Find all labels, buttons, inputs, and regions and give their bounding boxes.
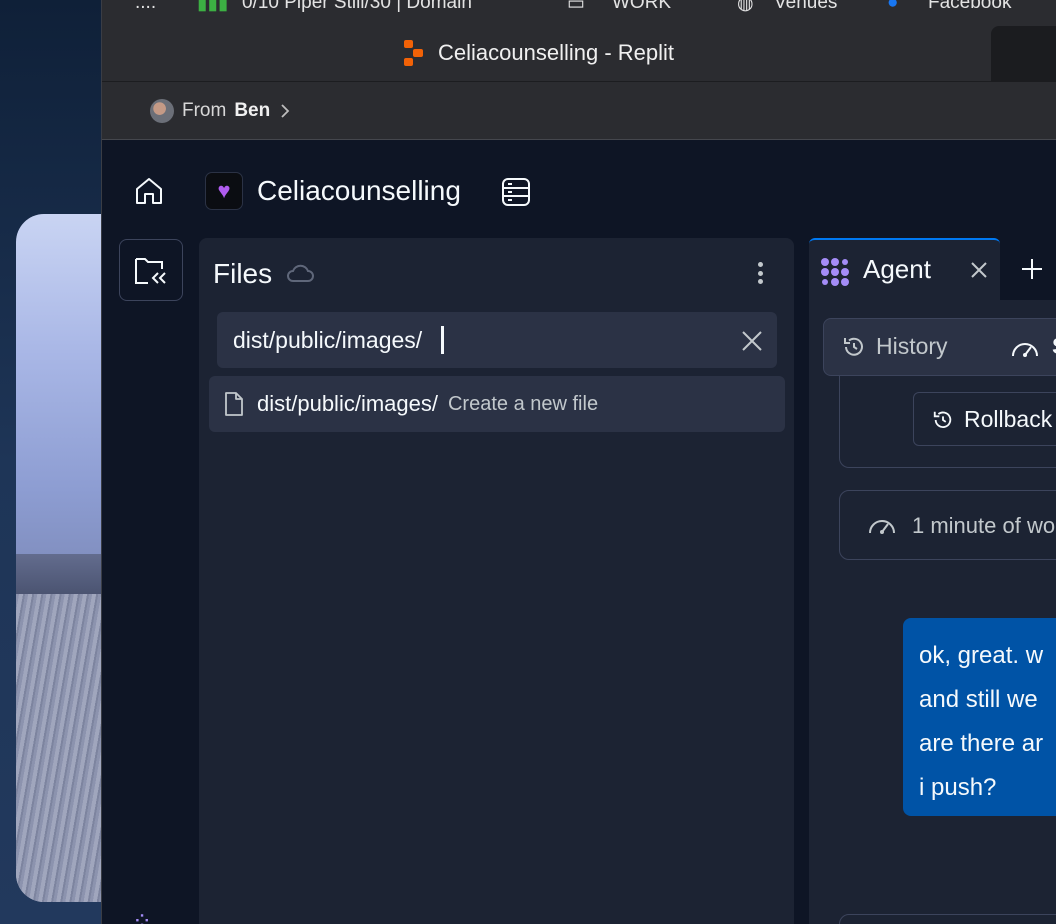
text-caret: [441, 326, 444, 354]
agent-logo-icon: [821, 258, 849, 286]
message-line: ok, great. w: [919, 642, 1044, 669]
folder-icon: ▭: [567, 0, 585, 14]
adjacent-tab[interactable]: [991, 26, 1056, 82]
settings-button-label[interactable]: S: [1052, 333, 1056, 360]
rollback-button[interactable]: Rollback: [913, 392, 1056, 446]
suggestion-hint: Create a new file: [447, 392, 599, 415]
from-label: From: [182, 100, 227, 121]
workspace-header: ♥ Celiacounselling: [102, 142, 1056, 238]
clear-search-icon[interactable]: [739, 328, 765, 354]
chat-input-card[interactable]: [839, 914, 1056, 924]
gauge-icon: [869, 520, 895, 534]
message-line: i push?: [919, 774, 997, 801]
suggestion-path: dist/public/images/: [257, 391, 438, 416]
shared-from-chip[interactable]: From Ben: [150, 99, 292, 123]
files-panel: Files dist/public/images/ Create a new f…: [199, 238, 794, 924]
history-icon: [844, 337, 863, 356]
close-icon[interactable]: [969, 260, 989, 280]
more-options-icon[interactable]: [750, 258, 770, 288]
replit-workspace: ♥ Celiacounselling ⁘ Files dist/public/i…: [102, 142, 1056, 924]
tab-agent[interactable]: Agent: [809, 238, 1000, 300]
create-file-suggestion[interactable]: dist/public/images/ Create a new file: [209, 376, 785, 432]
cloud-icon: [287, 264, 314, 282]
user-message-bubble: ok, great. w and still we are there ar i…: [903, 618, 1056, 816]
address-bar: From Ben: [102, 82, 1056, 140]
bookmark-item[interactable]: ....: [135, 0, 156, 14]
collapse-files-button[interactable]: [119, 239, 183, 301]
message-line: and still we: [919, 686, 1038, 713]
rollback-label: Rollback: [964, 406, 1053, 432]
repl-avatar-heart-icon[interactable]: ♥: [205, 172, 243, 210]
agent-toolbar: History S: [823, 318, 1056, 376]
bookmark-item[interactable]: Facebook: [928, 0, 1011, 14]
work-duration-label: 1 minute of work: [912, 513, 1056, 538]
file-search-box: [217, 312, 777, 368]
browser-window: .... ▮▮▮ 0/10 Piper Still/30 | Domain ▭ …: [101, 0, 1056, 924]
file-search-input[interactable]: [233, 326, 713, 354]
file-icon: [225, 392, 243, 416]
avatar: [150, 99, 174, 123]
agent-tab-label: Agent: [863, 254, 931, 284]
tab-title-label: Celiacounselling - Replit: [438, 40, 675, 65]
history-button[interactable]: History: [876, 333, 948, 360]
from-name: Ben: [234, 100, 271, 121]
rollback-icon: [933, 411, 952, 429]
bookmark-folder-work[interactable]: WORK: [612, 0, 671, 14]
database-icon[interactable]: [500, 176, 532, 208]
tab-bar: Celiacounselling - Replit: [102, 18, 1056, 82]
tab-celiacounselling[interactable]: Celiacounselling - Replit: [402, 40, 674, 66]
gauge-icon: [1012, 343, 1038, 357]
agent-pane: Agent History S Rollback 1 minu: [809, 238, 1056, 924]
facebook-icon: ●: [887, 0, 899, 13]
repl-name[interactable]: Celiacounselling: [257, 175, 461, 207]
agent-chat: History S Rollback 1 minute of work ok, …: [809, 300, 1056, 924]
agent-rail-icon[interactable]: ⁘: [132, 907, 152, 924]
folder-collapse-icon: [135, 258, 166, 284]
globe-icon: ◍: [737, 0, 754, 14]
bookmark-item[interactable]: Venues: [774, 0, 837, 14]
chevron-right-icon: [281, 104, 290, 118]
replit-logo-icon: [402, 40, 424, 66]
bookmark-item[interactable]: 0/10 Piper Still/30 | Domain: [242, 0, 472, 14]
files-title: Files: [213, 258, 273, 289]
bookmarks-bar: .... ▮▮▮ 0/10 Piper Still/30 | Domain ▭ …: [102, 0, 1056, 18]
add-tab-icon[interactable]: [1019, 256, 1045, 282]
home-icon[interactable]: [134, 176, 164, 206]
bookmark-bars-icon: ▮▮▮: [197, 0, 229, 14]
work-duration-card: 1 minute of work: [839, 490, 1056, 560]
message-line: are there ar: [919, 730, 1044, 757]
